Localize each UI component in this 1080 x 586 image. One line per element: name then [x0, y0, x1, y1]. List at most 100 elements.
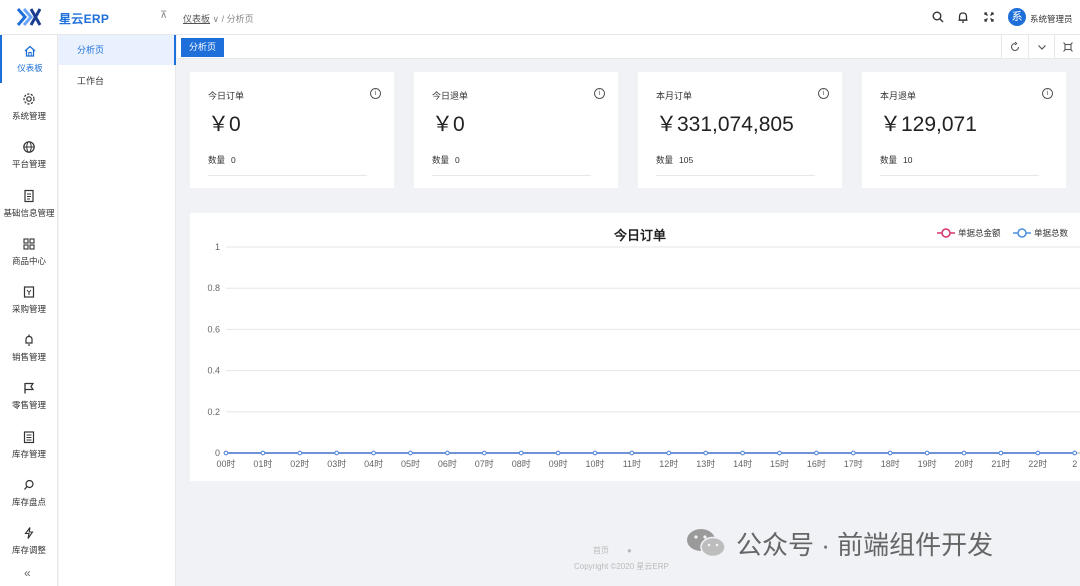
rail-item-label: 销售管理 [11, 352, 46, 363]
legend-label: 单据总金额 [958, 228, 1001, 238]
footer-home-label: 首页 [593, 546, 609, 555]
info-icon[interactable]: i [1042, 88, 1053, 99]
x-tick-label: 00时 [216, 458, 235, 469]
y-tick-label: 0.2 [207, 407, 220, 417]
tab-analysis[interactable]: 分析页 [181, 38, 225, 57]
info-icon[interactable]: i [818, 88, 829, 99]
rail-item-lightning[interactable]: 库存调整 [0, 517, 58, 565]
submenu-item-workbench[interactable]: 工作台 [59, 66, 176, 96]
x-tick-label: 2 [1072, 459, 1077, 469]
data-point [740, 450, 745, 456]
stat-card-today-orders: 今日订单 i ￥0 数量 0 [190, 72, 394, 188]
fullscreen-icon[interactable] [982, 10, 996, 24]
username[interactable]: 系统管理员 [1030, 13, 1073, 25]
rail-item-clipboard[interactable]: 库存管理 [0, 421, 58, 469]
count-label: 数量 [656, 155, 674, 165]
tab-bar: 分析页 [177, 35, 1080, 59]
count-value: 0 [231, 155, 236, 165]
breadcrumb-dashboard[interactable]: 仪表板 [183, 14, 210, 24]
expand-icon [1063, 42, 1073, 52]
rail-item-label: 系统管理 [11, 111, 46, 122]
y-tick-label: 0.6 [207, 324, 220, 334]
count-label: 数量 [208, 155, 226, 165]
legend-marker [941, 228, 951, 238]
data-point [518, 450, 524, 456]
data-point [371, 450, 376, 456]
rail-item-label: 基础信息管理 [3, 207, 55, 218]
rail-item-gear[interactable]: 系统管理 [0, 83, 58, 131]
footer-home-link[interactable]: 首页 ● [593, 545, 632, 556]
data-point [260, 450, 266, 456]
pin-icon[interactable]: ⊼ [160, 10, 167, 21]
avatar[interactable]: 系 [1008, 8, 1026, 26]
rail-item-grid[interactable]: 商品中心 [0, 228, 58, 276]
x-tick-label: 10时 [585, 458, 604, 469]
info-icon[interactable]: i [594, 88, 605, 99]
logo-icon[interactable] [16, 7, 42, 27]
card-value: ￥0 [432, 113, 465, 136]
card-value: ￥331,074,805 [656, 113, 794, 136]
search-icon[interactable] [931, 10, 945, 24]
data-point [777, 450, 782, 456]
breadcrumb: 仪表板 ∨ / 分析页 [183, 12, 254, 25]
count-value: 10 [903, 155, 913, 165]
count-value: 105 [679, 155, 694, 165]
info-icon[interactable]: i [370, 88, 381, 99]
top-header: 星云ERP ⊼ 仪表板 ∨ / 分析页 系 系统管理员 [0, 0, 1080, 35]
rail-item-purchase[interactable]: 采购管理 [0, 276, 58, 324]
x-tick-label: 07时 [475, 458, 494, 469]
purchase-icon [23, 286, 35, 298]
bell-icon [25, 334, 33, 346]
x-tick-label: 01时 [253, 458, 272, 469]
data-point [961, 450, 967, 456]
rail-item-search-doc[interactable]: 库存盘点 [0, 469, 58, 517]
rail-item-flag[interactable]: 零售管理 [0, 372, 58, 420]
x-tick-label: 21时 [991, 458, 1010, 469]
refresh-tab-button[interactable] [1001, 35, 1027, 59]
x-tick-label: 06时 [438, 458, 457, 469]
data-point [666, 450, 672, 456]
card-divider [208, 175, 367, 176]
brand-name: 星云ERP [59, 12, 110, 26]
chevron-down-icon [1038, 45, 1046, 50]
count-label: 数量 [880, 155, 898, 165]
x-tick-label: 12时 [659, 458, 678, 469]
bell-icon[interactable] [956, 10, 970, 24]
legend-marker [1017, 228, 1027, 238]
watermark: 公众号 · 前端组件开发 [684, 525, 993, 561]
rail-item-label: 采购管理 [11, 304, 46, 314]
data-point [297, 450, 303, 456]
tab-maximize-button[interactable] [1054, 35, 1080, 59]
card-title: 本月订单 [656, 91, 693, 101]
lightning-icon [24, 527, 34, 539]
card-count: 数量 105 [656, 154, 693, 166]
breadcrumb-separator: ∨ / [212, 14, 225, 24]
legend-label: 单据总数 [1034, 228, 1069, 238]
rail-item-label: 商品中心 [11, 255, 46, 266]
search-doc-icon [24, 479, 34, 490]
rail-item-globe[interactable]: 平台管理 [0, 131, 58, 179]
rail-item-home[interactable]: 仪表板 [0, 35, 58, 83]
x-tick-label: 08时 [512, 458, 531, 469]
data-point [482, 450, 487, 456]
rail-item-bell[interactable]: 销售管理 [0, 324, 58, 372]
card-count: 数量 10 [880, 154, 912, 166]
data-point [1035, 450, 1041, 456]
x-tick-label: 17时 [844, 458, 863, 469]
github-icon[interactable]: ● [627, 546, 632, 555]
rail-item-label: 仪表板 [17, 63, 43, 73]
tab-dropdown-button[interactable] [1028, 35, 1054, 59]
x-tick-label: 15时 [770, 458, 789, 469]
rail-item-document[interactable]: 基础信息管理 [0, 180, 58, 228]
flag-icon [24, 383, 35, 394]
data-point [555, 450, 561, 456]
card-divider [880, 175, 1039, 176]
card-title: 本月退单 [880, 91, 917, 101]
data-point [703, 450, 709, 456]
collapse-nav-button[interactable]: « [24, 566, 31, 580]
breadcrumb-current: 分析页 [226, 14, 254, 24]
y-tick-label: 1 [215, 242, 220, 252]
y-tick-label: 0.8 [207, 283, 220, 293]
rail-item-label: 平台管理 [11, 159, 46, 170]
submenu-item-analysis[interactable]: 分析页 [59, 35, 176, 65]
